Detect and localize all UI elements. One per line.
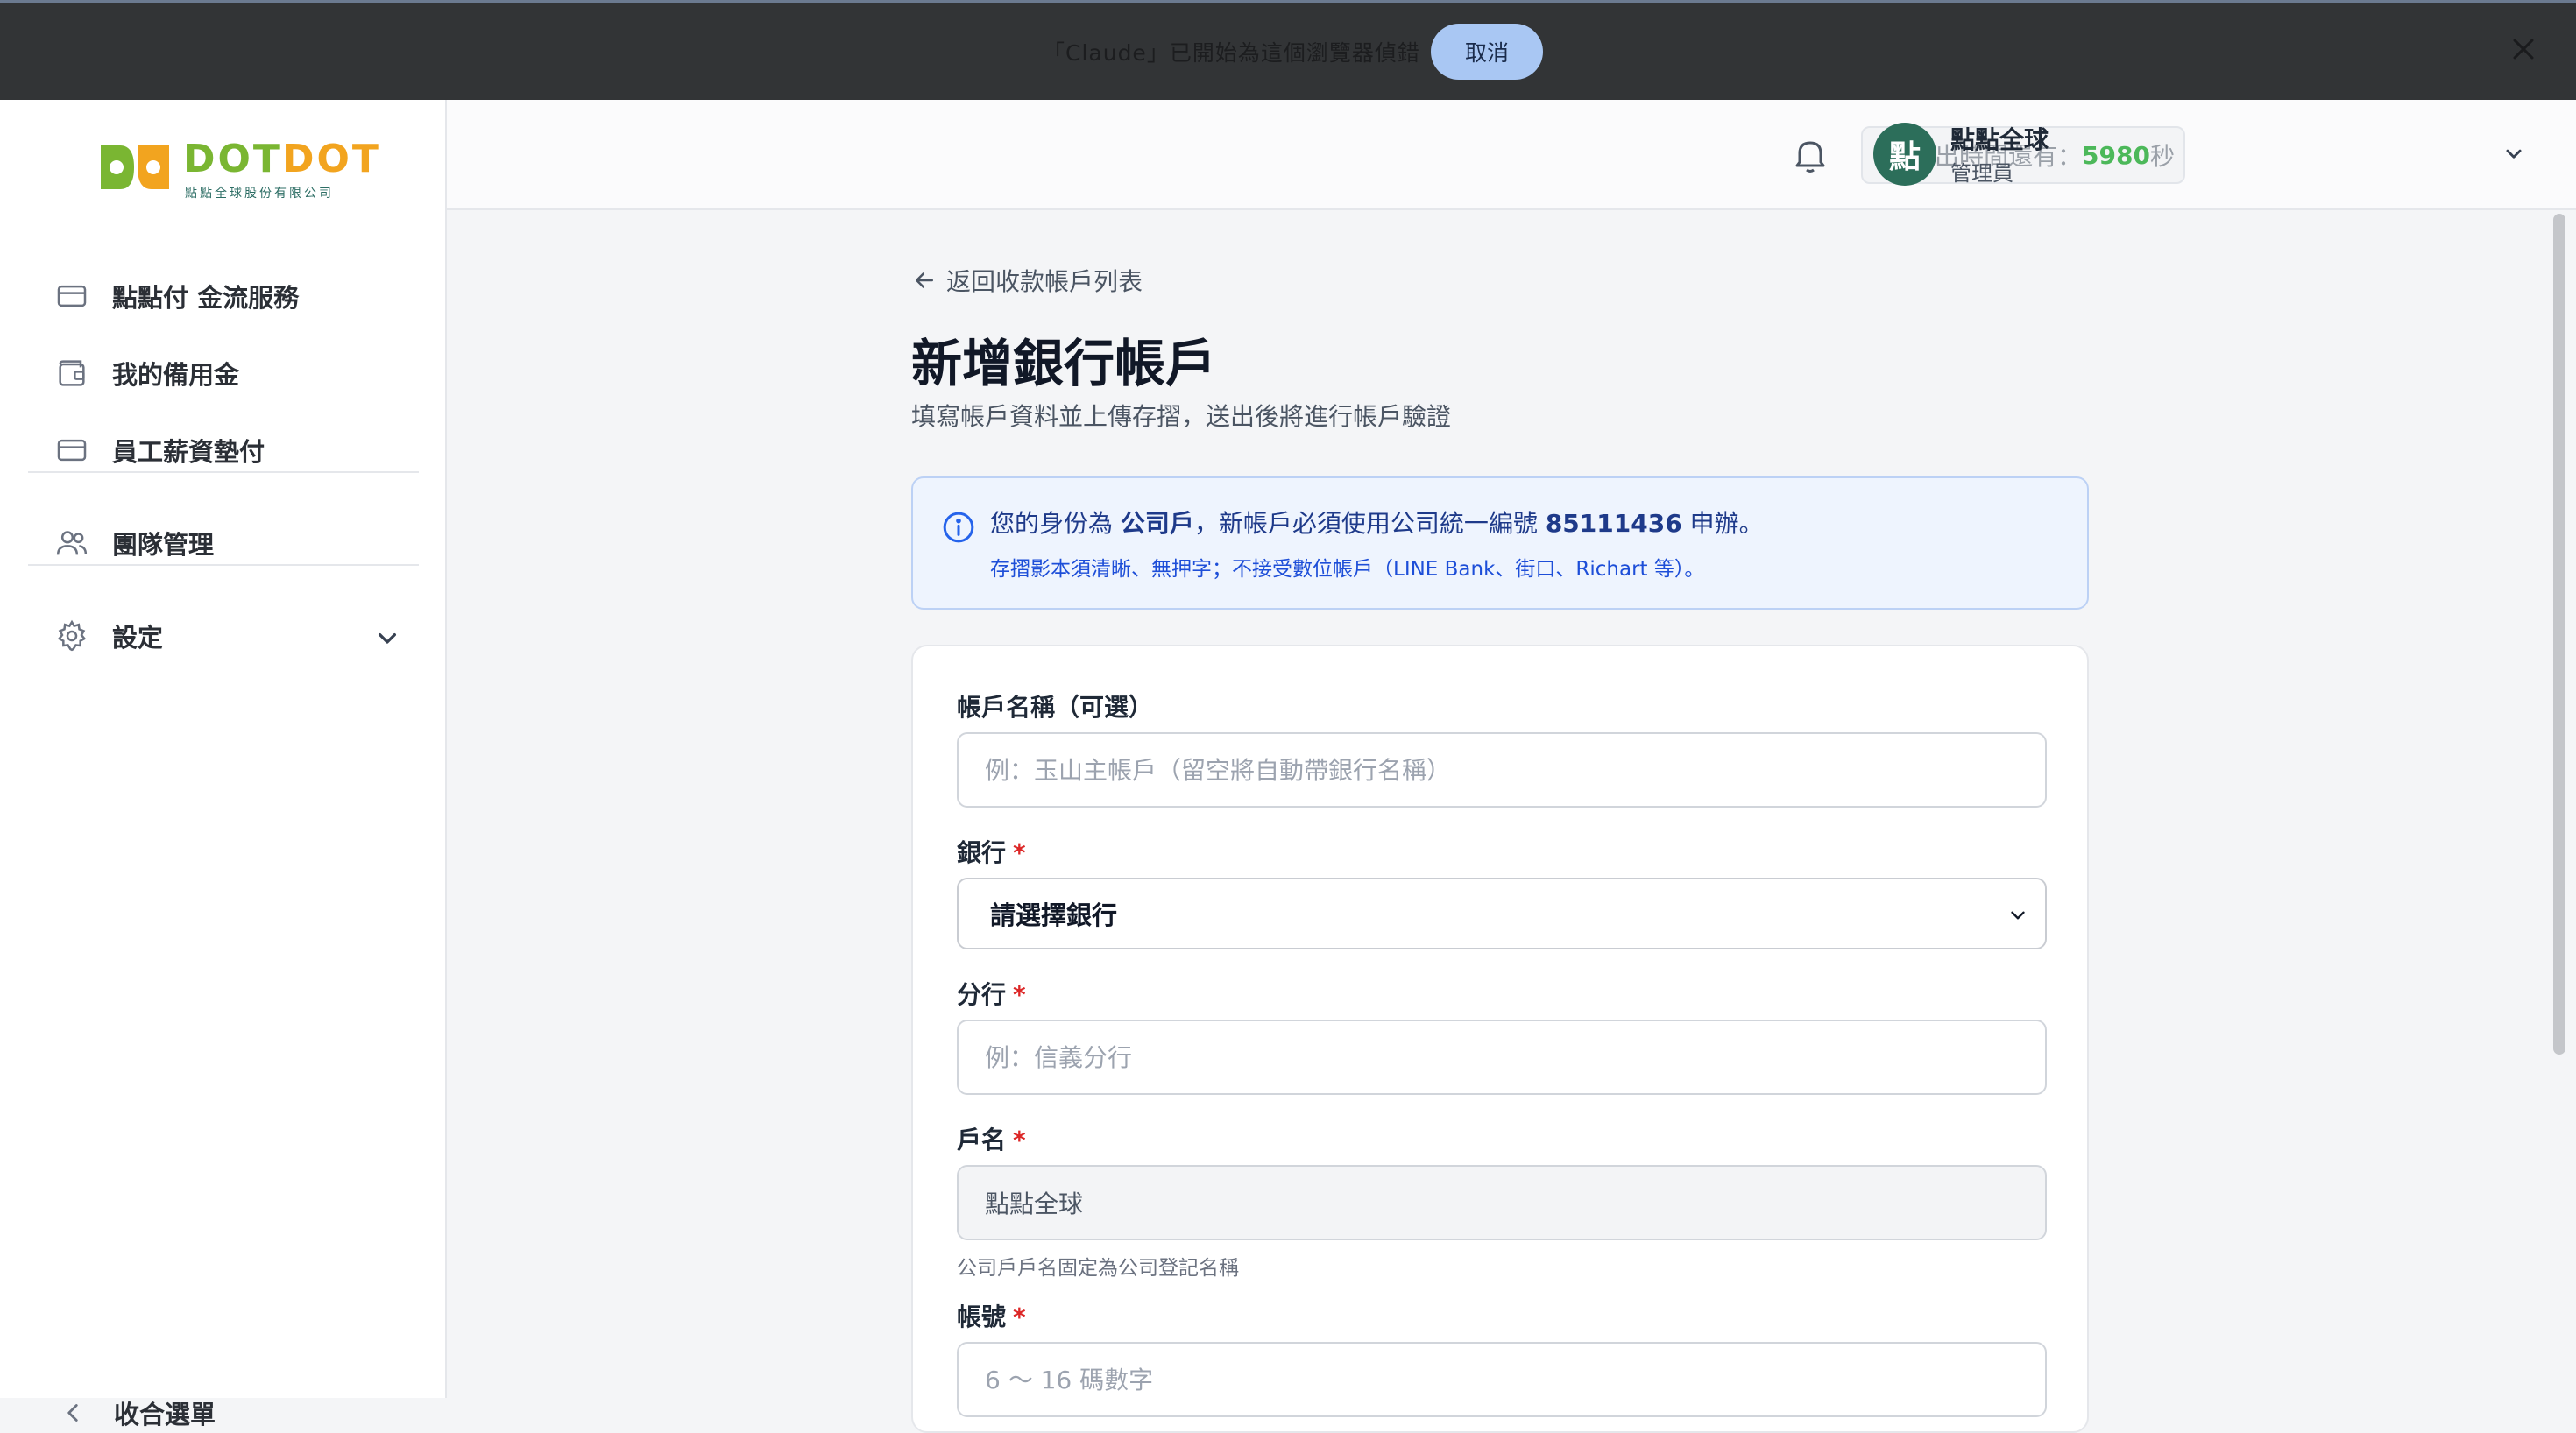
wallet-icon: [59, 360, 85, 386]
sidebar-item-team[interactable]: 團隊管理: [54, 517, 405, 569]
page-subtitle: 填寫帳戶資料並上傳存摺，送出後將進行帳戶驗證: [911, 402, 1452, 431]
holder-name-help: 公司戶戶名固定為公司登記名稱: [957, 1257, 1239, 1280]
identity-info-alert: 您的身份為 公司戶，新帳戶必須使用公司統一編號 85111436 申辦。 存摺影…: [911, 476, 2089, 610]
branch-input[interactable]: [957, 1020, 2047, 1095]
chevron-down-icon[interactable]: [2499, 138, 2529, 168]
sidebar-item-settings[interactable]: 設定: [54, 610, 405, 662]
required-marker: *: [1013, 1302, 1026, 1331]
bank-select-value: 請選擇銀行: [990, 900, 1118, 930]
sidebar-item-label: 員工薪資墊付: [112, 437, 265, 467]
sidebar: DOTDOT 點點全球股份有限公司 點點付 金流服務 我的備用金 員工薪資墊付 …: [0, 100, 447, 1429]
dotdot-logo-icon: [101, 145, 169, 189]
tax-id: 85111436: [1545, 509, 1682, 538]
required-marker: *: [1013, 1126, 1026, 1154]
timer-unit: 秒: [2149, 142, 2175, 171]
notifications-button[interactable]: [1789, 133, 1831, 180]
arrow-left-icon: [916, 272, 933, 288]
timer-value: 5980: [2082, 140, 2150, 170]
account-number-input[interactable]: [957, 1342, 2047, 1417]
gear-icon: [57, 619, 87, 652]
info-icon: [943, 512, 974, 543]
chevron-left-icon: [67, 1404, 78, 1422]
sidebar-divider: [28, 471, 419, 473]
branch-label: 分行 *: [957, 980, 1026, 1009]
account-name-input[interactable]: [957, 732, 2047, 808]
collapse-menu-button[interactable]: 收合選單: [58, 1394, 216, 1431]
user-name: 點點全球: [1950, 125, 2049, 154]
back-to-accounts-link[interactable]: 返回收款帳戶列表: [911, 263, 1143, 298]
sidebar-item-label: 團隊管理: [112, 530, 215, 560]
account-number-label: 帳號 *: [957, 1302, 1026, 1331]
account-name-label: 帳戶名稱（可選）: [957, 693, 1154, 722]
top-header: 離登出時間還有： 5980 秒: [447, 100, 2576, 210]
required-marker: *: [1013, 838, 1026, 867]
sidebar-item-petty-cash[interactable]: 我的備用金: [54, 347, 405, 399]
bank-select[interactable]: 請選擇銀行: [957, 878, 2047, 949]
user-role: 管理員: [1950, 161, 2013, 186]
info-message: 您的身份為 公司戶，新帳戶必須使用公司統一編號 85111436 申辦。: [990, 509, 1764, 538]
bell-icon: [1795, 141, 1825, 173]
sidebar-item-label: 設定: [112, 623, 164, 653]
main-content: 返回收款帳戶列表 新增銀行帳戶 填寫帳戶資料並上傳存摺，送出後將進行帳戶驗證 您…: [447, 210, 2550, 1433]
credit-card-icon: [57, 285, 87, 307]
back-label: 返回收款帳戶列表: [946, 267, 1143, 296]
close-icon[interactable]: [2509, 34, 2538, 64]
page-title: 新增銀行帳戶: [911, 334, 1217, 393]
collapse-menu-label: 收合選單: [114, 1400, 216, 1429]
cancel-debug-button[interactable]: 取消: [1431, 24, 1543, 80]
info-note: 存摺影本須清晰、無押字；不接受數位帳戶（LINE Bank、街口、Richart…: [990, 558, 1705, 581]
account-type: 公司戶: [1120, 509, 1194, 538]
sidebar-item-label: 點點付 金流服務: [112, 283, 300, 313]
bank-account-form: 帳戶名稱（可選） 銀行* 請選擇銀行 分行* 戶名* 公司戶戶名固定為公司登記名…: [911, 645, 2089, 1433]
sidebar-item-label: 我的備用金: [112, 360, 240, 390]
sidebar-item-salary-advance[interactable]: 員工薪資墊付: [54, 424, 405, 476]
users-icon: [56, 531, 88, 555]
chevron-down-icon: [379, 633, 396, 644]
notification-message: 「Claude」已開始為這個瀏覽器偵錯: [1043, 40, 1420, 66]
credit-card-icon: [57, 439, 87, 462]
logo-wordmark: DOTDOT: [183, 137, 381, 181]
debug-notification-bar: 「Claude」已開始為這個瀏覽器偵錯 取消: [0, 0, 2576, 100]
chevron-down-icon: [2011, 911, 2025, 920]
sidebar-divider: [28, 564, 419, 566]
holder-name-input[interactable]: [957, 1165, 2047, 1240]
logo-subtitle: 點點全球股份有限公司: [185, 187, 334, 201]
holder-name-label: 戶名 *: [957, 1126, 1026, 1154]
bank-label: 銀行 *: [957, 838, 1026, 867]
sidebar-item-payment-service[interactable]: 點點付 金流服務: [54, 270, 405, 322]
page-scrollbar[interactable]: [2553, 214, 2565, 1055]
required-marker: *: [1013, 980, 1026, 1009]
avatar: 點: [1873, 123, 1936, 186]
